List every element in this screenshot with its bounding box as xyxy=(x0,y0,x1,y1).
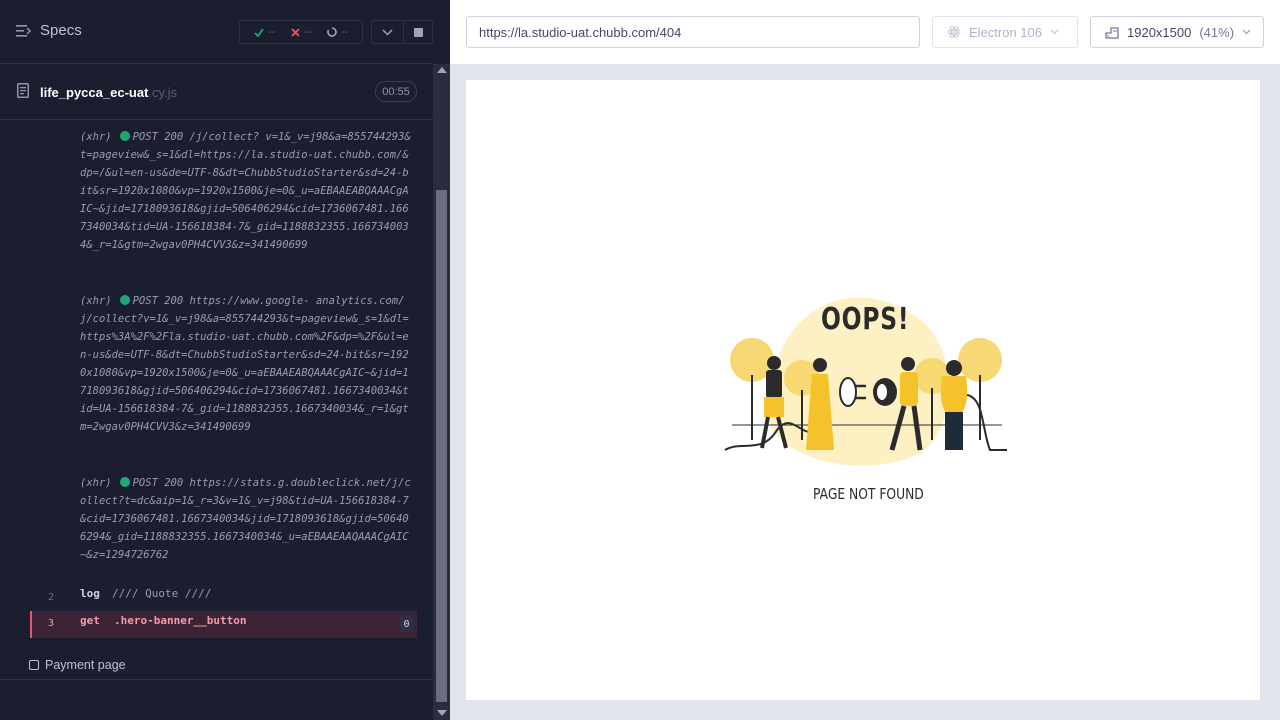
failed-count: -- xyxy=(303,26,312,38)
oops-heading: OOPS! xyxy=(821,302,910,337)
log-command-row[interactable]: 2 log //// Quote //// xyxy=(30,584,417,610)
command-name: log xyxy=(80,587,100,600)
command-log: (xhr) POST 200 /j/collect? v=1&_v=j98&a=8… xyxy=(30,120,417,640)
chevron-down-icon xyxy=(1050,29,1059,35)
spec-header: life_pycca_ec-uat.cy.js 00:55 xyxy=(0,64,433,120)
page-not-found-text: PAGE NOT FOUND xyxy=(813,485,924,503)
spec-extension: .cy.js xyxy=(148,85,178,100)
spec-file-name: life_pycca_ec-uat.cy.js xyxy=(40,85,177,100)
check-icon xyxy=(254,27,264,37)
spinner-icon xyxy=(327,27,337,37)
line-number: 2 xyxy=(48,592,55,603)
suite-payment-page[interactable]: Payment page xyxy=(0,650,433,680)
viewport-scale: (41%) xyxy=(1199,24,1235,40)
scrollbar-thumb[interactable] xyxy=(436,190,447,702)
specs-label: Specs xyxy=(40,22,82,39)
xhr-url: https://stats.g.doubleclick.net/j/collec… xyxy=(80,477,411,561)
status-dot-icon xyxy=(119,295,130,305)
status-dot-icon xyxy=(119,477,130,487)
auto-scroll-button[interactable] xyxy=(371,20,404,44)
command-message: //// Quote //// xyxy=(112,587,212,600)
xhr-tag: (xhr) xyxy=(80,477,112,489)
document-icon xyxy=(17,83,29,98)
scroll-up-icon[interactable] xyxy=(437,67,447,73)
xhr-entry-1[interactable]: (xhr) POST 200 /j/collect? v=1&_v=j98&a=8… xyxy=(80,128,415,254)
reporter-header: Specs -- -- -- xyxy=(0,0,433,64)
xhr-url: analytics.com/j/collect?v=1&_v=j98&a=855… xyxy=(80,295,409,433)
pending-stat: -- xyxy=(327,26,348,38)
status-dot-icon xyxy=(119,131,130,141)
xhr-tag: (xhr) xyxy=(80,131,112,143)
chevron-down-icon xyxy=(382,28,393,36)
failed-command-row[interactable]: 3 get .hero-banner__button 0 xyxy=(30,611,417,638)
aut-header: https://la.studio-uat.chubb.com/404 Elec… xyxy=(450,0,1280,64)
suite-label: Payment page xyxy=(45,658,126,672)
xhr-url: v=1&_v=j98&a=855744293&t=pageview&_s=1&d… xyxy=(80,131,411,251)
aut-stage: OOPS! PAGE NOT FOUND xyxy=(450,64,1280,720)
command-name: get xyxy=(80,614,100,627)
menu-icon xyxy=(16,24,32,37)
suite-status-icon xyxy=(29,660,39,670)
specs-button[interactable]: Specs xyxy=(16,22,82,39)
viewport-size: 1920x1500 xyxy=(1127,24,1192,40)
duration-badge: 00:55 xyxy=(375,81,417,102)
xhr-tag: (xhr) xyxy=(80,295,112,307)
electron-icon xyxy=(947,26,961,38)
app-under-test-panel: https://la.studio-uat.chubb.com/404 Elec… xyxy=(450,0,1280,720)
xhr-entry-2[interactable]: (xhr) POST 200 https://www.google- analyt… xyxy=(80,292,415,436)
url-bar[interactable]: https://la.studio-uat.chubb.com/404 xyxy=(466,16,920,48)
pending-count: -- xyxy=(340,26,349,38)
browser-label: Electron 106 xyxy=(969,24,1042,40)
x-icon xyxy=(291,27,300,37)
line-number: 3 xyxy=(48,618,55,629)
passed-stat: -- xyxy=(254,26,275,38)
browser-selector[interactable]: Electron 106 xyxy=(932,16,1078,48)
element-count-badge: 0 xyxy=(400,616,413,632)
run-stats: -- -- -- xyxy=(239,20,363,44)
spec-name-text: life_pycca_ec-uat xyxy=(40,85,149,100)
xhr-method: POST 200 https://www.google- xyxy=(132,295,310,307)
chevron-down-icon xyxy=(1242,29,1251,35)
command-selector: .hero-banner__button xyxy=(114,614,247,627)
stop-button[interactable] xyxy=(404,20,433,44)
passed-count: -- xyxy=(267,26,276,38)
viewport-selector[interactable]: 1920x1500 (41%) xyxy=(1090,16,1264,48)
stop-icon xyxy=(413,27,423,37)
aut-iframe[interactable]: OOPS! PAGE NOT FOUND xyxy=(466,80,1260,700)
xhr-method: POST 200 /j/collect? xyxy=(132,131,260,143)
scroll-down-icon[interactable] xyxy=(437,710,447,716)
ruler-icon xyxy=(1105,27,1119,39)
reporter-scrollbar[interactable] xyxy=(433,64,450,720)
reporter-panel: Specs -- -- -- life_pycca_ec-uat.cy.js 0… xyxy=(0,0,450,720)
xhr-entry-3[interactable]: (xhr) POST 200 https://stats.g.doubleclic… xyxy=(80,474,415,564)
failed-stat: -- xyxy=(291,26,311,38)
xhr-method: POST 200 xyxy=(132,477,184,489)
